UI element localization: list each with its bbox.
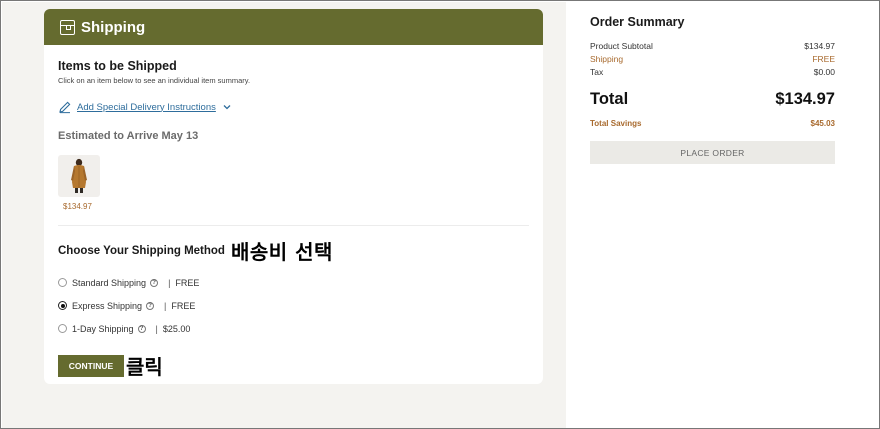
click-annotation: 클릭 — [126, 355, 163, 379]
items-title: Items to be Shipped — [58, 59, 177, 73]
summary-value: FREE — [812, 54, 835, 64]
option-price: FREE — [175, 277, 200, 288]
summary-label: Tax — [590, 67, 604, 77]
radio-express[interactable] — [58, 301, 67, 310]
option-price: $25.00 — [162, 323, 191, 334]
separator: | — [155, 323, 158, 334]
shipping-method-title: Choose Your Shipping Method — [58, 244, 225, 257]
summary-value: $0.00 — [813, 67, 835, 77]
pencil-icon — [59, 101, 71, 114]
continue-button[interactable]: CONTINUE — [58, 354, 124, 377]
method-annotation: 배송비 선택 — [230, 240, 333, 264]
option-standard-shipping[interactable]: Standard Shipping ? | FREE — [58, 271, 529, 294]
summary-value: $134.97 — [804, 41, 835, 51]
jacket-image — [71, 158, 87, 193]
help-icon[interactable]: ? — [146, 301, 155, 310]
savings-value: $45.03 — [810, 119, 835, 128]
item-price: $134.97 — [63, 202, 92, 211]
summary-label: Shipping — [590, 54, 624, 64]
separator: | — [168, 277, 171, 288]
shipping-options: Standard Shipping ? | FREE Express Shipp… — [58, 271, 529, 340]
shipping-card: Shipping Items to be Shipped Click on an… — [44, 9, 543, 384]
place-order-button[interactable]: PLACE ORDER — [590, 141, 835, 164]
help-icon[interactable]: ? — [137, 324, 146, 333]
help-icon[interactable]: ? — [150, 278, 159, 287]
summary-total: Total $134.97 — [590, 90, 835, 109]
summary-label: Product Subtotal — [590, 41, 653, 51]
items-subtitle: Click on an item below to see an individ… — [58, 76, 251, 85]
order-summary: Order Summary Product Subtotal $134.97 S… — [590, 15, 835, 164]
shipping-title: Shipping — [81, 18, 146, 36]
total-value: $134.97 — [775, 90, 835, 108]
delivery-instructions-link[interactable]: Add Special Delivery Instructions — [77, 102, 216, 113]
option-label: Standard Shipping — [72, 277, 147, 288]
radio-one-day[interactable] — [58, 324, 67, 333]
shipping-header: Shipping — [44, 9, 543, 45]
arrival-estimate: Estimated to Arrive May 13 — [58, 130, 199, 142]
summary-line-subtotal: Product Subtotal $134.97 — [590, 41, 835, 54]
option-one-day-shipping[interactable]: 1-Day Shipping ? | $25.00 — [58, 317, 529, 340]
summary-savings: Total Savings $45.03 — [590, 119, 835, 128]
option-price: FREE — [171, 300, 196, 311]
summary-line-tax: Tax $0.00 — [590, 67, 835, 80]
option-label: Express Shipping — [72, 300, 143, 311]
delivery-instructions-toggle[interactable]: Add Special Delivery Instructions — [58, 100, 529, 114]
divider — [58, 225, 529, 226]
summary-line-shipping: Shipping FREE — [590, 54, 835, 67]
screenshot-frame: Shipping Items to be Shipped Click on an… — [0, 0, 880, 429]
option-label: 1-Day Shipping — [72, 323, 134, 334]
item-thumbnail[interactable] — [58, 155, 100, 197]
option-express-shipping[interactable]: Express Shipping ? | FREE — [58, 294, 529, 317]
order-summary-title: Order Summary — [590, 15, 685, 29]
package-icon — [60, 19, 75, 35]
separator: | — [164, 300, 167, 311]
total-label: Total — [590, 90, 629, 108]
radio-standard[interactable] — [58, 278, 67, 287]
chevron-down-icon[interactable] — [223, 103, 231, 111]
savings-label: Total Savings — [590, 119, 642, 128]
